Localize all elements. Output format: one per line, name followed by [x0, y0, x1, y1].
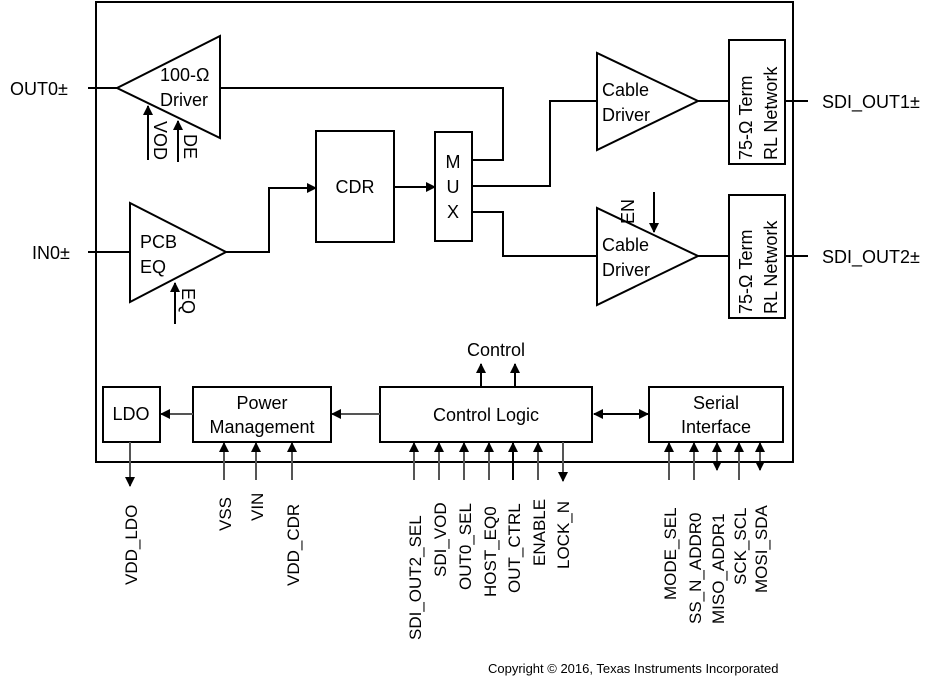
- pin-enable: ENABLE: [530, 499, 549, 566]
- ldo-label: LDO: [112, 404, 149, 424]
- cable-driver-1-line2: Driver: [602, 105, 650, 125]
- pin-out-ctrl: OUT_CTRL: [505, 503, 524, 593]
- cdr-label: CDR: [336, 177, 375, 197]
- pin-vin: VIN: [248, 493, 267, 521]
- power-management-line1: Power: [236, 393, 287, 413]
- cable-driver-2-block: [596, 206, 701, 307]
- vod-label: VOD: [150, 121, 170, 160]
- serial-interface-line1: Serial: [693, 393, 739, 413]
- control-label: Control: [467, 340, 525, 360]
- block-diagram: OUT0± 100-Ω Driver VOD DE IN0± PCB EQ EQ…: [10, 1, 920, 676]
- driver-100ohm-line2: Driver: [160, 90, 208, 110]
- in0-pin-label: IN0±: [32, 243, 70, 263]
- pcb-eq-line1: PCB: [140, 232, 177, 252]
- pin-out0-sel: OUT0_SEL: [456, 503, 475, 590]
- pcb-eq-block: [129, 201, 229, 304]
- pin-sdi-vod: SDI_VOD: [431, 502, 450, 577]
- pin-sdi-out2-sel: SDI_OUT2_SEL: [406, 515, 425, 640]
- power-management-line2: Management: [209, 417, 314, 437]
- cable-driver-2-line1: Cable: [602, 235, 649, 255]
- cable-driver-1-line1: Cable: [602, 80, 649, 100]
- control-logic-label: Control Logic: [433, 405, 539, 425]
- cable-driver-1-block: [596, 51, 701, 152]
- sdi-out1-pin-label: SDI_OUT1±: [822, 92, 920, 113]
- en-label: EN: [618, 199, 638, 224]
- mux-label-m: M: [446, 152, 461, 172]
- mux-label-x: X: [447, 202, 459, 222]
- term-network-2-line2: RL Network: [761, 220, 781, 314]
- pin-vss: VSS: [216, 497, 235, 531]
- serial-interface-line2: Interface: [681, 417, 751, 437]
- sdi-out2-pin-label: SDI_OUT2±: [822, 247, 920, 268]
- mux-label-u: U: [447, 177, 460, 197]
- de-label: DE: [180, 134, 200, 159]
- pin-mosi-sda: MOSI_SDA: [752, 504, 771, 593]
- term-network-1-line1: 75-Ω Term: [736, 76, 756, 160]
- pin-mode-sel-label: MODE_SEL: [661, 507, 680, 600]
- driver-100ohm-line1: 100-Ω: [160, 65, 209, 85]
- pin-sck-scl: SCK_SCL: [731, 508, 750, 585]
- out0-pin-label: OUT0±: [10, 79, 68, 99]
- pin-host-eq0: HOST_EQ0: [481, 506, 500, 597]
- pin-miso-addr1: MISO_ADDR1: [709, 513, 728, 624]
- pin-ss-n-addr0: SS_N_ADDR0: [686, 513, 705, 625]
- copyright-notice: Copyright © 2016, Texas Instruments Inco…: [488, 661, 778, 676]
- mux-to-cable2-wire: [472, 211, 597, 257]
- pin-vdd-cdr: VDD_CDR: [284, 504, 303, 586]
- term-network-2-line1: 75-Ω Term: [736, 230, 756, 314]
- pin-lock-n: LOCK_N: [554, 501, 573, 569]
- mux-to-cable1-wire: [472, 100, 597, 187]
- eq-to-cdr-wire: [226, 183, 317, 253]
- pin-vdd-ldo: VDD_LDO: [122, 505, 141, 585]
- eq-label: EQ: [178, 288, 198, 314]
- cable-driver-2-line2: Driver: [602, 260, 650, 280]
- term-network-1-line2: RL Network: [761, 66, 781, 160]
- pcb-eq-line2: EQ: [140, 257, 166, 277]
